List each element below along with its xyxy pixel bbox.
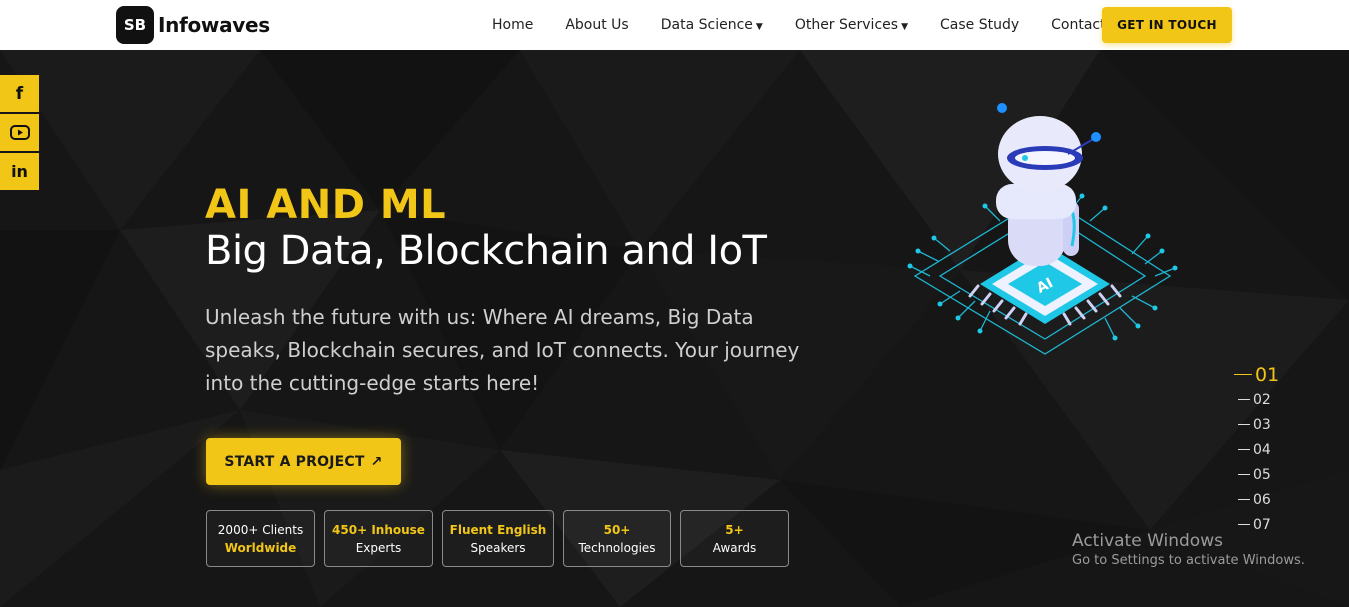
hero-description: Unleash the future with us: Where AI dre… [205,305,800,395]
pager-label: 06 [1253,491,1271,508]
main-menu: Home About Us Data Science ▼ Other Servic… [476,0,1122,50]
stat-line-highlight: Worldwide [224,540,297,555]
stat-line: Speakers [470,540,526,555]
arrow-up-right-icon: ↗ [370,453,383,470]
pager-label: 04 [1253,441,1271,458]
nav-data-science-label: Data Science [660,17,753,33]
stat-line: 2000+ Clients [217,522,304,537]
nav-case-study-label: Case Study [939,17,1020,33]
nav-about-label: About Us [565,17,629,33]
hero-headline: Big Data, Blockchain and IoT [205,228,767,274]
caret-down-icon: ▼ [901,22,908,32]
brand-name: Infowaves [158,13,270,37]
pager-label: 01 [1255,363,1280,386]
top-navbar: SB Infowaves Home About Us Data Science ▼… [0,0,1349,50]
start-project-button[interactable]: START A PROJECT ↗ [206,438,401,485]
stat-line: Experts [355,540,402,555]
stat-line-highlight: 450+ Inhouse [332,522,425,537]
nav-home-label: Home [492,17,534,33]
pager-label: 02 [1253,391,1271,408]
pager-label: 05 [1253,466,1271,483]
stat-line: Technologies [578,540,656,555]
pager-item-02[interactable]: 02 [1232,387,1292,412]
logo-badge: SB [116,6,154,44]
stat-card-english: Fluent English Speakers [442,510,554,567]
nav-about-us[interactable]: About Us [549,17,644,33]
pager-item-06[interactable]: 06 [1232,487,1292,512]
linkedin-icon[interactable]: in [0,153,39,190]
pager-item-05[interactable]: 05 [1232,462,1292,487]
get-in-touch-button[interactable]: GET IN TOUCH [1102,7,1232,43]
stat-card-experts: 450+ Inhouse Experts [324,510,433,567]
hero-eyebrow: AI AND ML [205,182,447,228]
stat-line-highlight: Fluent English [449,522,547,537]
pager-label: 03 [1253,416,1271,433]
caret-down-icon: ▼ [755,22,763,32]
stat-line: Awards [712,540,757,555]
pager-item-03[interactable]: 03 [1232,412,1292,437]
pager-item-01[interactable]: 01 [1232,362,1292,387]
nav-data-science[interactable]: Data Science ▼ [645,17,779,33]
nav-case-study[interactable]: Case Study [924,17,1035,33]
facebook-icon[interactable]: f [0,75,39,112]
activate-windows-watermark: Activate Windows Go to Settings to activ… [1072,531,1305,568]
youtube-icon[interactable] [0,114,39,151]
brand-logo[interactable]: SB Infowaves [116,6,270,44]
nav-contact-label: Contact [1051,17,1106,33]
stat-card-clients: 2000+ Clients Worldwide [206,510,315,567]
stat-line-highlight: 50+ [603,522,631,537]
stats-row: 2000+ Clients Worldwide 450+ Inhouse Exp… [206,510,798,567]
stat-line-highlight: 5+ [725,522,744,537]
watermark-subtitle: Go to Settings to activate Windows. [1072,553,1305,568]
watermark-title: Activate Windows [1072,531,1223,551]
robot-ai-chip-illustration: AI [907,103,1178,355]
social-bar: f in [0,75,39,192]
start-project-label: START A PROJECT [224,453,365,470]
slide-pager: 01 02 03 04 05 06 07 [1232,362,1292,537]
stat-card-awards: 5+ Awards [680,510,789,567]
nav-home[interactable]: Home [476,17,549,33]
stat-card-technologies: 50+ Technologies [563,510,671,567]
nav-other-services[interactable]: Other Services ▼ [779,17,924,33]
nav-other-services-label: Other Services [794,17,899,33]
pager-item-04[interactable]: 04 [1232,437,1292,462]
